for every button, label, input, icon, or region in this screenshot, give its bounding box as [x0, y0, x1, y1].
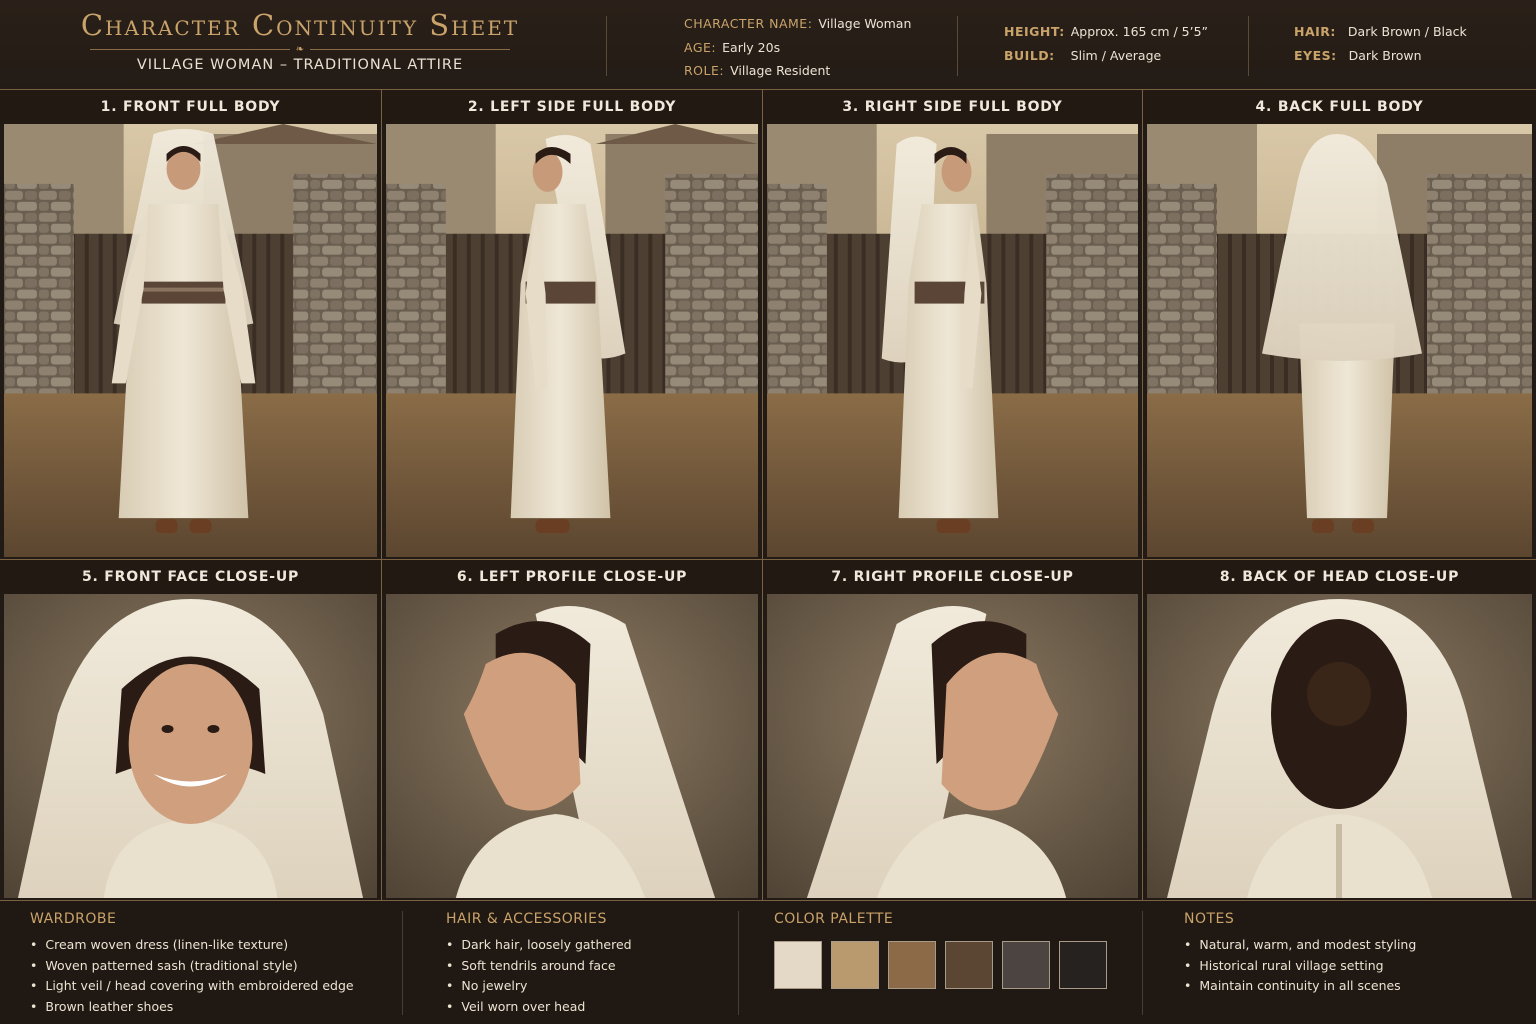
- info-character-name: CHARACTER NAME: Village Woman: [684, 16, 912, 31]
- info-height: HEIGHT: Approx. 165 cm / 5’5”: [1004, 24, 1209, 39]
- sheet-title: Character Continuity Sheet: [80, 8, 520, 42]
- sheet-subtitle: VILLAGE WOMAN – TRADITIONAL ATTIRE: [136, 57, 464, 73]
- info-column-identity: CHARACTER NAME: Village Woman AGE: Early 2…: [684, 13, 911, 84]
- panel-label: 7. RIGHT PROFILE CLOSE-UP: [763, 560, 1142, 594]
- header-divider: [606, 16, 607, 76]
- info-column-features: HAIR: Dark Brown / Black EYES: Dark Brown: [1294, 21, 1467, 68]
- color-palette-section: COLOR PALETTE: [774, 911, 1107, 989]
- color-swatch-6: [1059, 941, 1107, 989]
- panel-label: 5. FRONT FACE CLOSE-UP: [0, 560, 381, 594]
- list-item: Maintain continuity in all scenes: [1184, 976, 1416, 997]
- footer-divider: [1142, 911, 1143, 1015]
- color-swatch-5: [1002, 941, 1050, 989]
- panel-front-face-close-up: 5. FRONT FACE CLOSE-UP: [0, 560, 382, 900]
- left-profile-close-up-image: [386, 594, 758, 898]
- title-block: Character Continuity Sheet ❧ VILLAGE WOM…: [30, 8, 570, 73]
- back-full-body-image: [1147, 124, 1532, 557]
- color-swatches: [774, 941, 1107, 989]
- panel-left-profile-close-up: 6. LEFT PROFILE CLOSE-UP: [382, 560, 763, 900]
- panel-front-full-body: 1. FRONT FULL BODY: [0, 90, 382, 560]
- info-build: BUILD: Slim / Average: [1004, 47, 1162, 63]
- color-swatch-2: [831, 941, 879, 989]
- info-eyes: EYES: Dark Brown: [1294, 47, 1422, 63]
- front-full-body-image: [4, 124, 377, 557]
- color-swatch-4: [945, 941, 993, 989]
- panel-label: 8. BACK OF HEAD CLOSE-UP: [1143, 560, 1536, 594]
- list-item: Brown leather shoes: [30, 997, 354, 1018]
- views-grid: 1. FRONT FULL BODY 2. LEFT SIDE FULL BOD…: [0, 90, 1536, 900]
- back-of-head-close-up-image: [1147, 594, 1532, 898]
- sheet-header: Character Continuity Sheet ❧ VILLAGE WOM…: [0, 0, 1536, 90]
- info-role: ROLE: Village Resident: [684, 63, 831, 78]
- panel-label: 6. LEFT PROFILE CLOSE-UP: [382, 560, 762, 594]
- info-age: AGE: Early 20s: [684, 39, 781, 55]
- panel-label: 4. BACK FULL BODY: [1143, 90, 1536, 124]
- panel-back-of-head-close-up: 8. BACK OF HEAD CLOSE-UP: [1143, 560, 1536, 900]
- hair-accessories-section: HAIR & ACCESSORIES Dark hair, loosely ga…: [446, 911, 632, 1017]
- panel-label: 3. RIGHT SIDE FULL BODY: [763, 90, 1142, 124]
- panel-right-profile-close-up: 7. RIGHT PROFILE CLOSE-UP: [763, 560, 1143, 900]
- right-side-full-body-image: [767, 124, 1138, 557]
- list-item: Cream woven dress (linen-like texture): [30, 935, 354, 956]
- panel-label: 2. LEFT SIDE FULL BODY: [382, 90, 762, 124]
- notes-heading: NOTES: [1184, 911, 1235, 927]
- title-flourish: ❧: [30, 44, 570, 55]
- list-item: No jewelry: [446, 976, 632, 997]
- footer-divider: [738, 911, 739, 1015]
- color-palette-heading: COLOR PALETTE: [774, 911, 894, 927]
- panel-left-side-full-body: 2. LEFT SIDE FULL BODY: [382, 90, 763, 560]
- hair-accessories-heading: HAIR & ACCESSORIES: [446, 911, 607, 927]
- notes-section: NOTES Natural, warm, and modest styling …: [1184, 911, 1416, 997]
- info-column-body: HEIGHT: Approx. 165 cm / 5’5” BUILD: Slim …: [1004, 21, 1208, 68]
- sheet-footer: WARDROBE Cream woven dress (linen-like t…: [0, 900, 1536, 1024]
- info-hair: HAIR: Dark Brown / Black: [1294, 24, 1467, 39]
- panel-right-side-full-body: 3. RIGHT SIDE FULL BODY: [763, 90, 1143, 560]
- wardrobe-section: WARDROBE Cream woven dress (linen-like t…: [30, 911, 354, 1017]
- panel-back-full-body: 4. BACK FULL BODY: [1143, 90, 1536, 560]
- header-divider: [957, 16, 958, 76]
- footer-divider: [402, 911, 403, 1015]
- front-face-close-up-image: [4, 594, 377, 898]
- list-item: Veil worn over head: [446, 997, 632, 1018]
- panel-label: 1. FRONT FULL BODY: [0, 90, 381, 124]
- list-item: Historical rural village setting: [1184, 956, 1416, 977]
- list-item: Light veil / head covering with embroide…: [30, 976, 353, 997]
- list-item: Soft tendrils around face: [446, 956, 632, 977]
- wardrobe-heading: WARDROBE: [30, 911, 117, 927]
- color-swatch-1: [774, 941, 822, 989]
- color-swatch-3: [888, 941, 936, 989]
- right-profile-close-up-image: [767, 594, 1138, 898]
- header-divider: [1248, 16, 1249, 76]
- list-item: Natural, warm, and modest styling: [1184, 935, 1416, 956]
- list-item: Dark hair, loosely gathered: [446, 935, 631, 956]
- left-side-full-body-image: [386, 124, 758, 557]
- flourish-ornament-icon: ❧: [295, 44, 305, 55]
- list-item: Woven patterned sash (traditional style): [30, 956, 354, 977]
